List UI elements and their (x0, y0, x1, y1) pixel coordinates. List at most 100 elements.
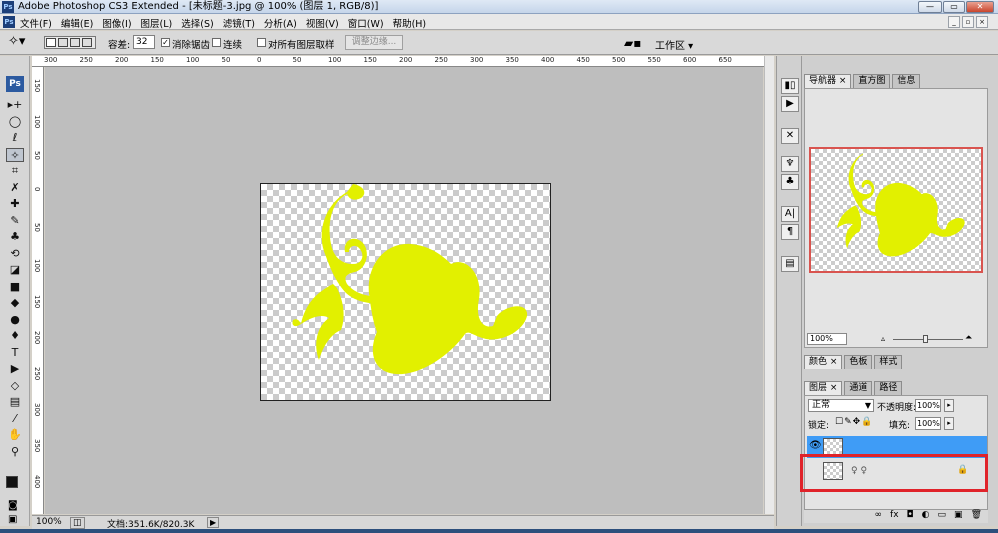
tolerance-input[interactable]: 32 (133, 35, 155, 49)
link-layers-icon[interactable]: ∞ (875, 510, 883, 523)
history-brush-icon[interactable]: ⟲ (6, 247, 24, 261)
shape-icon[interactable]: ◇ (6, 379, 24, 393)
clone-source-icon[interactable]: ♣ (781, 174, 799, 190)
healing-brush-icon[interactable]: ✚ (6, 197, 24, 211)
menu-select[interactable]: 选择(S) (181, 16, 213, 30)
menu-help[interactable]: 帮助(H) (393, 16, 427, 30)
lock-options-icons[interactable]: ☐✎✥🔒 (835, 417, 873, 427)
tab-color[interactable]: 颜色 × (804, 355, 843, 369)
tools-crossed-icon[interactable]: ✕ (781, 128, 799, 144)
doc-restore-button[interactable]: ▫ (962, 16, 974, 28)
opacity-arrow-icon[interactable]: ▸ (944, 399, 954, 412)
menu-filter[interactable]: 滤镜(T) (223, 16, 255, 30)
fill-input[interactable]: 100% (915, 417, 941, 430)
navigator-preview[interactable] (809, 147, 983, 273)
tab-swatches[interactable]: 色板 (844, 355, 873, 369)
add-selection-icon[interactable] (58, 38, 68, 47)
contiguous-checkbox[interactable] (212, 38, 221, 47)
doc-minimize-button[interactable]: _ (948, 16, 960, 28)
tab-styles[interactable]: 样式 (874, 355, 903, 369)
foreground-color-swatch[interactable] (6, 476, 18, 488)
menu-edit[interactable]: 编辑(E) (61, 16, 93, 30)
minimize-button[interactable]: — (918, 1, 942, 13)
ps-toolbox-logo[interactable]: Ps (6, 76, 24, 92)
layer-fx-icon[interactable]: fx (890, 510, 899, 523)
tab-histogram[interactable]: 直方图 (853, 74, 891, 88)
new-group-icon[interactable]: ▭ (938, 510, 947, 523)
clone-stamp-icon[interactable]: ♣ (6, 230, 24, 244)
paragraph-icon[interactable]: ¶ (781, 224, 799, 240)
close-button[interactable]: ✕ (966, 1, 994, 13)
vertical-scrollbar[interactable] (764, 56, 774, 514)
status-menu-arrow[interactable]: ▶ (207, 517, 220, 528)
type-icon[interactable]: T (6, 346, 24, 360)
path-selection-icon[interactable]: ▶ (6, 362, 24, 376)
new-layer-icon[interactable]: ▣ (954, 510, 963, 523)
zoom-in-icon[interactable]: ⏶ (965, 333, 972, 343)
magic-wand-preset-icon[interactable]: ✧▾ (8, 35, 25, 49)
workspace-button[interactable]: 工作区 ▾ (655, 37, 693, 52)
notes-icon[interactable]: ▤ (6, 395, 24, 409)
trash-icon[interactable]: 🗑 (971, 510, 982, 523)
menu-view[interactable]: 视图(V) (306, 16, 339, 30)
dodge-icon[interactable]: ● (6, 313, 24, 327)
subtract-selection-icon[interactable] (70, 38, 80, 47)
move-icon[interactable]: ▸+ (6, 98, 24, 112)
pen-icon[interactable]: ♦ (6, 329, 24, 343)
blend-mode-select[interactable]: 正常 ▼ (808, 399, 874, 412)
brush-icon[interactable]: ✎ (6, 214, 24, 228)
sample-all-checkbox[interactable] (257, 38, 266, 47)
layer-comps-icon[interactable]: ▤ (781, 256, 799, 272)
add-mask-icon[interactable]: ◘ (907, 510, 914, 523)
status-preview-icon[interactable]: ◫ (70, 517, 85, 529)
refine-edge-button[interactable]: 调整边缘... (345, 35, 403, 50)
screen-mode-icon[interactable]: ▣ (8, 514, 17, 525)
zoom-level[interactable]: 100% (36, 517, 62, 527)
zoom-icon[interactable]: ⚲ (6, 445, 24, 459)
eyedropper-icon[interactable]: ⁄ (6, 412, 24, 426)
eraser-icon[interactable]: ◪ (6, 263, 24, 277)
tab-channels[interactable]: 通道 (844, 381, 873, 395)
crop-icon[interactable]: ⌗ (6, 164, 24, 178)
menu-window[interactable]: 窗口(W) (348, 16, 384, 30)
brushes-icon[interactable]: ♆ (781, 156, 799, 172)
blur-icon[interactable]: ◆ (6, 296, 24, 310)
histogram-icon[interactable]: ▮▯ (781, 78, 799, 94)
menu-layer[interactable]: 图层(L) (141, 16, 173, 30)
tab-layers[interactable]: 图层 × (804, 381, 843, 395)
menu-file[interactable]: 文件(F) (20, 16, 52, 30)
tab-paths[interactable]: 路径 (874, 381, 903, 395)
gradient-icon[interactable]: ■ (6, 280, 24, 294)
menu-analysis[interactable]: 分析(A) (264, 16, 297, 30)
character-icon[interactable]: A| (781, 206, 799, 222)
menu-image[interactable]: 图像(I) (102, 16, 131, 30)
lasso-icon[interactable]: ℓ (6, 131, 24, 145)
app-menu-icon[interactable]: Ps (3, 16, 15, 28)
quick-mask-icon[interactable]: ◙ (8, 500, 18, 511)
antialias-checkbox[interactable]: ✓ (161, 38, 170, 47)
visibility-eye-icon[interactable]: 👁 (809, 440, 822, 451)
adjustment-layer-icon[interactable]: ◐ (922, 510, 930, 523)
menu-list: 文件(F) 编辑(E) 图像(I) 图层(L) 选择(S) 滤镜(T) 分析(A… (20, 16, 426, 30)
palette-well-icon[interactable]: ▰▪ (624, 36, 641, 50)
tab-navigator[interactable]: 导航器 × (804, 74, 852, 88)
navigator-zoom-slider[interactable] (893, 339, 963, 340)
doc-close-button[interactable]: × (976, 16, 988, 28)
ruler-tick-label: 100 (328, 56, 342, 64)
navigator-zoom-thumb[interactable] (923, 335, 928, 343)
fill-arrow-icon[interactable]: ▸ (944, 417, 954, 430)
actions-play-icon[interactable]: ▶ (781, 96, 799, 112)
navigator-zoom-input[interactable]: 100% (807, 333, 847, 345)
opacity-input[interactable]: 100% (915, 399, 941, 412)
hand-icon[interactable]: ✋ (6, 428, 24, 442)
marquee-ellipse-icon[interactable]: ◯ (6, 115, 24, 129)
ruler-tick-label: 150 (33, 295, 41, 309)
tab-info[interactable]: 信息 (892, 74, 921, 88)
slice-icon[interactable]: ✗ (6, 181, 24, 195)
zoom-out-icon[interactable]: ▵ (881, 334, 885, 343)
document-canvas[interactable] (260, 183, 551, 401)
maximize-button[interactable]: ▭ (943, 1, 965, 13)
magic-wand-icon[interactable]: ✧ (6, 147, 24, 162)
new-selection-icon[interactable] (46, 38, 56, 47)
intersect-selection-icon[interactable] (82, 38, 92, 47)
